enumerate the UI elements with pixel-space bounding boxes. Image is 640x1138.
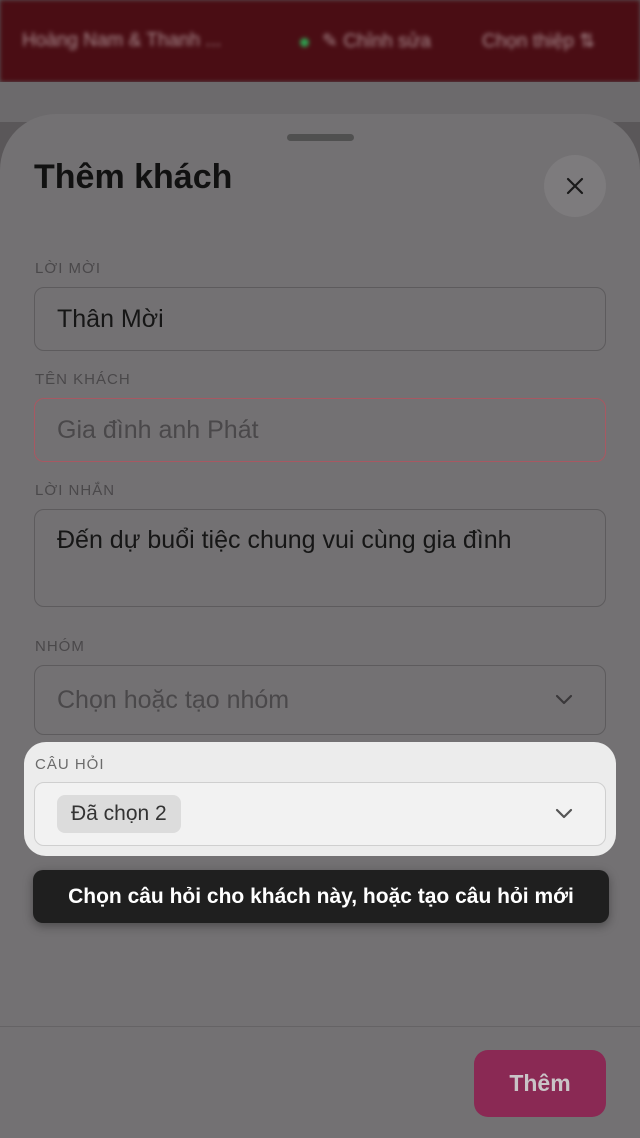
message-value: Đến dự buổi tiệc chung vui cùng gia đình xyxy=(57,526,512,554)
guest-name-input[interactable]: Gia đình anh Phát xyxy=(34,398,606,462)
add-button[interactable]: Thêm xyxy=(474,1050,606,1117)
close-button[interactable] xyxy=(544,155,606,217)
chevron-down-icon xyxy=(555,808,573,819)
onboarding-tooltip: Chọn câu hỏi cho khách này, hoặc tạo câu… xyxy=(33,870,609,923)
sheet-drag-handle[interactable] xyxy=(287,134,354,141)
message-label: LỜI NHẮN xyxy=(35,482,116,499)
footer-divider xyxy=(0,1026,640,1027)
guest-name-label: TÊN KHÁCH xyxy=(35,371,131,388)
message-textarea[interactable]: Đến dự buổi tiệc chung vui cùng gia đình xyxy=(34,509,606,607)
guest-name-placeholder: Gia đình anh Phát xyxy=(57,415,259,444)
questions-label: CÂU HỎI xyxy=(35,756,105,773)
background-app-header: Hoàng Nam & Thanh ... ✎ Chỉnh sửa Chọn t… xyxy=(0,0,640,82)
background-title: Hoàng Nam & Thanh ... xyxy=(22,30,222,51)
background-edit-link: ✎ Chỉnh sửa xyxy=(322,31,431,52)
invitation-field[interactable]: Thân Mời xyxy=(34,287,606,351)
sheet-title: Thêm khách xyxy=(34,158,233,196)
questions-spotlight: CÂU HỎI Đã chọn 2 xyxy=(24,742,616,856)
background-action-link: Chọn thiệp ⇅ xyxy=(482,31,596,52)
add-guest-sheet: Thêm khách LỜI MỜI Thân Mời TÊN KHÁCH Gi… xyxy=(0,114,640,1138)
online-status-dot xyxy=(300,38,309,47)
close-icon xyxy=(566,177,584,195)
group-label: NHÓM xyxy=(35,638,85,655)
invitation-value: Thân Mời xyxy=(57,304,164,333)
chevron-down-icon xyxy=(555,694,573,705)
group-placeholder: Chọn hoặc tạo nhóm xyxy=(57,685,290,714)
group-select[interactable]: Chọn hoặc tạo nhóm xyxy=(34,665,606,735)
tooltip-text: Chọn câu hỏi cho khách này, hoặc tạo câu… xyxy=(68,884,574,908)
questions-select[interactable]: Đã chọn 2 xyxy=(34,782,606,846)
invitation-label: LỜI MỜI xyxy=(35,260,102,277)
selected-questions-chip: Đã chọn 2 xyxy=(57,795,181,833)
